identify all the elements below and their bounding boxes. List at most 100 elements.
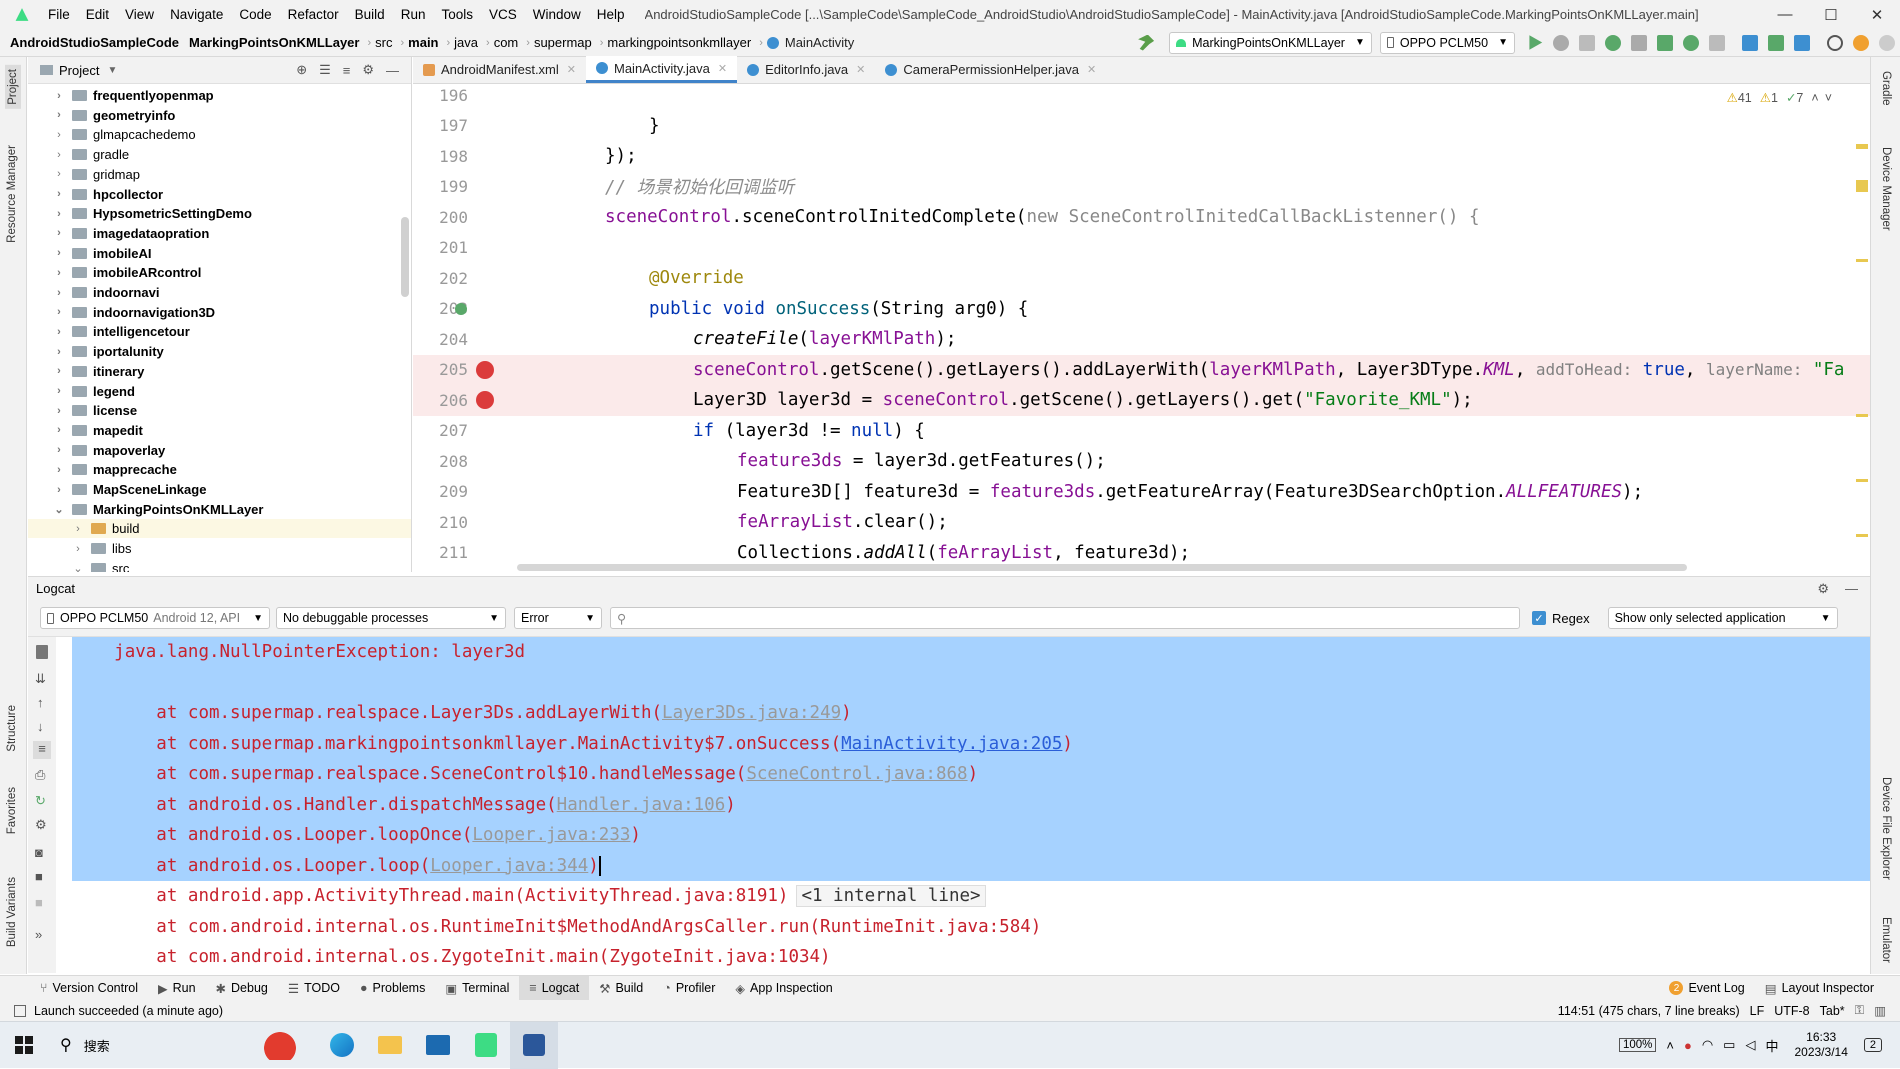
log-link[interactable]: Looper.java:233 xyxy=(472,825,630,845)
error-stripe-marker[interactable] xyxy=(1856,534,1868,537)
remote-desktop-icon[interactable] xyxy=(414,1022,462,1069)
close-window-button[interactable]: ✕ xyxy=(1854,6,1900,24)
breadcrumb-src[interactable]: src xyxy=(375,35,392,50)
word-icon[interactable] xyxy=(510,1021,558,1069)
tree-item[interactable]: ⌄ MarkingPointsOnKMLLayer xyxy=(52,500,263,519)
status-message[interactable]: Launch succeeded (a minute ago) xyxy=(34,1004,223,1018)
hide-panel-icon[interactable]: — xyxy=(386,63,399,78)
log-link[interactable]: Layer3Ds.java:249 xyxy=(662,703,841,723)
tree-item[interactable]: › gridmap xyxy=(52,165,140,184)
menu-build[interactable]: Build xyxy=(355,7,385,22)
taskbar-search[interactable]: ⚲ 搜索 xyxy=(48,1022,318,1069)
stop-icon[interactable] xyxy=(1709,34,1725,51)
chevron-up-icon[interactable]: ˄ xyxy=(1666,1038,1674,1053)
arrow-up-icon[interactable]: ↑ xyxy=(37,695,44,710)
trash-icon[interactable] xyxy=(36,645,48,659)
collapsed-lines-tag[interactable]: <1 internal line> xyxy=(796,885,986,908)
clock[interactable]: 16:33 2023/3/14 xyxy=(1794,1030,1847,1060)
volume-icon[interactable]: ◁ xyxy=(1745,1037,1755,1053)
event-log-tab[interactable]: 2 Event Log xyxy=(1659,976,1754,1001)
battery-indicator[interactable]: 100% xyxy=(1618,1038,1657,1052)
error-stripe-marker[interactable] xyxy=(1856,180,1868,192)
tree-item[interactable]: › build xyxy=(28,519,411,539)
override-gutter-icon[interactable] xyxy=(455,302,467,315)
gear-icon[interactable]: ⚙ xyxy=(35,817,47,833)
avatar[interactable] xyxy=(1879,34,1895,51)
tree-item[interactable]: ⌄ src xyxy=(71,559,129,572)
breakpoint-icon[interactable] xyxy=(476,360,494,379)
breadcrumb-class[interactable]: MainActivity xyxy=(763,33,858,53)
terminal-tab[interactable]: ▣ Terminal xyxy=(435,976,519,1001)
breakpoint-icon[interactable] xyxy=(476,391,494,410)
tree-item[interactable]: › mapprecache xyxy=(52,460,177,479)
battery-icon[interactable]: ▭ xyxy=(1723,1037,1735,1053)
tab-camera-permission-helper[interactable]: CameraPermissionHelper.java ✕ xyxy=(875,56,1106,83)
apply-changes-icon[interactable] xyxy=(1579,34,1595,51)
error-stripe-marker[interactable] xyxy=(1856,414,1868,417)
close-icon[interactable]: ✕ xyxy=(856,63,865,76)
menu-tools[interactable]: Tools xyxy=(441,7,473,22)
edge-icon[interactable] xyxy=(318,1022,366,1069)
breadcrumb-java[interactable]: java xyxy=(454,35,478,50)
menu-edit[interactable]: Edit xyxy=(86,7,109,22)
menu-navigate[interactable]: Navigate xyxy=(170,7,223,22)
gear-icon[interactable]: ⚙ xyxy=(362,62,374,78)
breadcrumb-supermap[interactable]: supermap xyxy=(534,35,592,50)
tree-item[interactable]: › imobileAI xyxy=(52,244,151,263)
code-editor[interactable]: ⚠ 41 ⚠ 1 ✓ 7 ˄ ˅ 196 197} 198}); 199// 场景初始化… xyxy=(413,84,1870,572)
tree-item[interactable]: › mapoverlay xyxy=(52,441,165,460)
tab-editor-info[interactable]: EditorInfo.java ✕ xyxy=(737,56,875,83)
logcat-level-select[interactable]: Error ▼ xyxy=(514,607,602,629)
error-stripe-marker[interactable] xyxy=(1856,479,1868,482)
windows-start-icon[interactable] xyxy=(0,1022,48,1069)
updates-icon[interactable] xyxy=(1853,34,1869,51)
tab-main-activity[interactable]: MainActivity.java ✕ xyxy=(586,56,738,83)
line-separator[interactable]: LF xyxy=(1750,1004,1765,1018)
arrow-down-icon[interactable]: ↓ xyxy=(37,719,44,734)
log-link[interactable]: Handler.java:106 xyxy=(557,795,726,815)
search-icon[interactable] xyxy=(1827,34,1843,51)
coverage-icon[interactable] xyxy=(1631,34,1647,51)
menu-run[interactable]: Run xyxy=(401,7,426,22)
tab-android-manifest[interactable]: AndroidManifest.xml ✕ xyxy=(413,56,586,83)
tree-item[interactable]: › itinerary xyxy=(52,362,144,381)
log-link[interactable]: Looper.java:344 xyxy=(430,856,588,876)
favorites-tool-tab[interactable]: Favorites xyxy=(6,787,18,834)
logcat-output[interactable]: java.lang.NullPointerException: layer3d … xyxy=(72,637,1870,973)
run-icon[interactable] xyxy=(1529,35,1543,50)
hammer-icon[interactable] xyxy=(1138,34,1155,51)
file-explorer-icon[interactable] xyxy=(366,1022,414,1069)
wifi-icon[interactable]: ◠ xyxy=(1702,1037,1713,1053)
minimize-button[interactable]: — xyxy=(1762,6,1808,23)
tree-item[interactable]: › geometryinfo xyxy=(52,106,175,125)
regex-checkbox[interactable]: ✓ Regex xyxy=(1532,611,1590,626)
layout-inspector-tab[interactable]: ▤ Layout Inspector xyxy=(1755,976,1884,1001)
logcat-device-select[interactable]: OPPO PCLM50 Android 12, API ▼ xyxy=(40,607,270,629)
resource-manager-tool-tab[interactable]: Resource Manager xyxy=(6,145,18,243)
close-icon[interactable]: ✕ xyxy=(1087,63,1096,76)
file-encoding[interactable]: UTF-8 xyxy=(1774,1004,1809,1018)
build-tab[interactable]: ⚒ Build xyxy=(589,976,653,1001)
debug-tab[interactable]: ✱ Debug xyxy=(206,976,278,1001)
caret-position[interactable]: 114:51 (475 chars, 7 line breaks) xyxy=(1558,1004,1740,1018)
todo-tab[interactable]: ☰ TODO xyxy=(278,976,350,1001)
tree-item[interactable]: › imobileARcontrol xyxy=(52,263,201,282)
structure-tool-tab[interactable]: Structure xyxy=(6,705,18,752)
tree-item[interactable]: › indoornavigation3D xyxy=(52,303,215,322)
tree-item[interactable]: › MapSceneLinkage xyxy=(52,480,206,499)
attach-debugger-icon[interactable] xyxy=(1683,34,1699,51)
tree-item[interactable]: › indoornavi xyxy=(52,283,159,302)
tree-item[interactable]: › legend xyxy=(52,382,135,401)
tree-item[interactable]: › gradle xyxy=(52,145,129,164)
menu-refactor[interactable]: Refactor xyxy=(288,7,339,22)
restart-icon[interactable]: ↻ xyxy=(35,793,46,809)
logcat-process-select[interactable]: No debuggable processes ▼ xyxy=(276,607,506,629)
breadcrumb-package[interactable]: markingpointsonkmllayer xyxy=(607,35,751,50)
notification-icon[interactable]: 2 xyxy=(1863,1038,1882,1052)
profile-icon[interactable] xyxy=(1657,34,1673,51)
camera-icon[interactable]: ◙ xyxy=(35,845,43,860)
tree-item[interactable]: › hpcollector xyxy=(52,185,163,204)
error-stripe-marker[interactable] xyxy=(1856,144,1868,149)
app-inspection-tab[interactable]: ◈ App Inspection xyxy=(725,976,842,1001)
menu-view[interactable]: View xyxy=(125,7,154,22)
